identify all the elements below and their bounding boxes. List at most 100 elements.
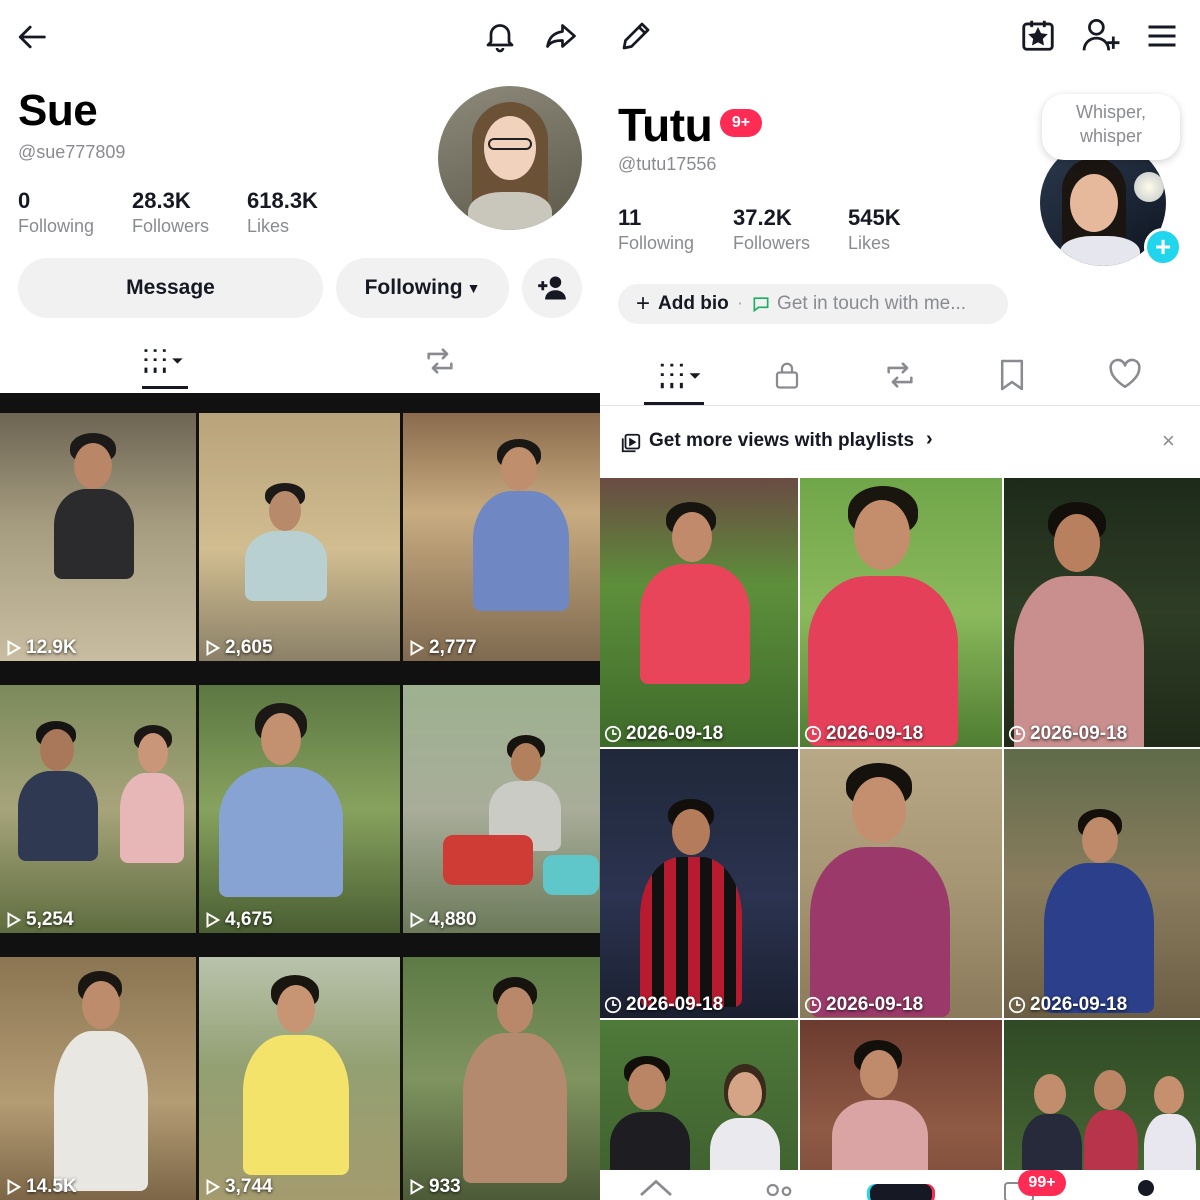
post-date: 2026-09-18 [604,994,723,1016]
video-tile[interactable]: 5,254 [0,685,196,933]
close-icon[interactable]: × [1162,428,1175,454]
profile-handle: @sue777809 [18,142,126,162]
stat-followers[interactable]: 37.2K Followers [733,205,810,254]
stat-following[interactable]: 11 Following [618,205,694,254]
video-tile[interactable]: 4,880 [403,685,600,933]
stat-label: Following [18,216,95,236]
add-story-button[interactable]: + [1144,228,1182,266]
plus-icon: + [636,290,651,317]
pencil-icon[interactable] [618,18,654,54]
video-tile[interactable]: 2026-09-18 [600,749,798,1018]
video-tile[interactable]: 12.9K [0,413,196,661]
right-profile-panel: Tutu 9+ @tutu17556 11 Following 37.2K Fo… [600,0,1200,1200]
view-count: 4,880 [407,909,477,931]
following-button[interactable]: Following ▼ [336,258,509,318]
view-count: 4,675 [203,909,273,931]
repost-icon[interactable] [883,358,917,392]
avatar[interactable] [438,86,582,230]
video-tile[interactable]: 2026-09-18 [800,478,1002,747]
calendar-star-icon[interactable] [1019,16,1057,54]
playlist-icon [620,432,642,454]
chevron-right-icon: › [926,428,933,450]
stat-likes[interactable]: 545K Likes [848,205,901,254]
friends-icon[interactable] [764,1180,794,1200]
following-label: Following [364,276,463,299]
create-button[interactable] [870,1184,932,1200]
stat-label: Following [618,233,695,253]
video-tile[interactable]: 2,777 [403,413,600,661]
stat-followers[interactable]: 28.3K Followers [132,188,209,237]
menu-icon[interactable] [1144,18,1180,54]
video-tile[interactable]: 14.5K [0,957,196,1200]
post-date: 2026-09-18 [804,994,923,1016]
stat-value: 545K [848,205,901,230]
video-tile[interactable]: 2026-09-18 [1004,478,1200,747]
view-count: 2,605 [203,637,273,659]
playlist-prompt: Get more views with playlists [649,430,915,451]
stat-label: Likes [247,216,290,236]
notification-badge: 9+ [720,109,762,137]
bookmark-icon[interactable] [998,358,1026,392]
grid-icon[interactable] [142,346,184,376]
plus-icon: + [1154,231,1172,262]
profile-name: Tutu [618,99,713,151]
bio-pill[interactable]: + Add bio · Get in touch with me... [618,284,1008,324]
separator-dot: · [736,293,744,314]
video-tile[interactable]: 2026-09-18 [600,478,798,747]
repost-icon[interactable] [422,344,458,378]
view-count: 5,254 [4,909,74,931]
avatar-shirt [1060,236,1140,266]
caret-down-icon: ▼ [466,280,481,296]
video-tile[interactable]: 933 [403,957,600,1200]
add-friend-icon [537,274,567,302]
video-tile[interactable]: 3,744 [199,957,400,1200]
active-tab-indicator [142,386,188,389]
video-grid: 12.9K 2,605 2,777 5,254 4,675 4,880 14.5… [0,393,600,1200]
arrow-left-icon[interactable] [16,20,50,54]
video-grid: 2026-09-18 2026-09-18 2026-09-18 2026-09… [600,478,1200,1200]
bottom-nav: 99+ [600,1170,1200,1200]
stat-label: Followers [733,233,811,253]
heart-icon[interactable] [1108,358,1142,390]
post-date: 2026-09-18 [1008,723,1127,745]
view-count: 12.9K [4,637,77,659]
stat-value: 618.3K [247,188,318,213]
home-icon[interactable] [638,1176,674,1200]
add-bio-button[interactable]: Add bio [658,293,729,315]
inbox-badge: 99+ [1018,1170,1066,1196]
stat-label: Followers [132,216,210,236]
video-tile[interactable]: 4,675 [199,685,400,933]
chat-icon [751,294,771,314]
stat-value: 0 [18,188,31,213]
video-tile[interactable]: 2026-09-18 [800,749,1002,1018]
post-date: 2026-09-18 [1008,994,1127,1016]
avatar-face [1070,174,1118,232]
share-icon[interactable] [542,18,580,54]
status-bubble[interactable]: Whisper, whisper [1042,94,1180,160]
grid-icon[interactable] [658,361,702,391]
stat-following[interactable]: 0 Following [18,188,94,237]
add-user-icon[interactable] [1081,16,1121,54]
lock-icon[interactable] [772,358,802,392]
left-profile-panel: Sue @sue777809 0 Following 28.3K Followe… [0,0,600,1200]
stat-likes[interactable]: 618.3K Likes [247,188,318,237]
video-tile[interactable]: 2026-09-18 [1004,749,1200,1018]
post-date: 2026-09-18 [804,723,923,745]
light-icon [1134,172,1164,202]
add-friend-button[interactable] [522,258,582,318]
get-in-touch-link[interactable]: Get in touch with me... [777,293,966,315]
message-button[interactable]: Message [18,258,323,318]
video-tile[interactable]: 2,605 [199,413,400,661]
view-count: 14.5K [4,1176,77,1198]
view-count: 933 [407,1176,461,1198]
avatar-shirt [468,192,552,230]
view-count: 2,777 [407,637,477,659]
stat-label: Likes [848,233,891,253]
playlist-banner[interactable]: Get more views with playlists › × [600,406,1200,478]
profile-nav-icon[interactable] [1138,1180,1154,1196]
stat-value: 28.3K [132,188,191,213]
stat-value: 37.2K [733,205,792,230]
glasses-icon [488,138,532,150]
profile-name: Sue [18,86,98,135]
bell-icon[interactable] [482,18,518,54]
